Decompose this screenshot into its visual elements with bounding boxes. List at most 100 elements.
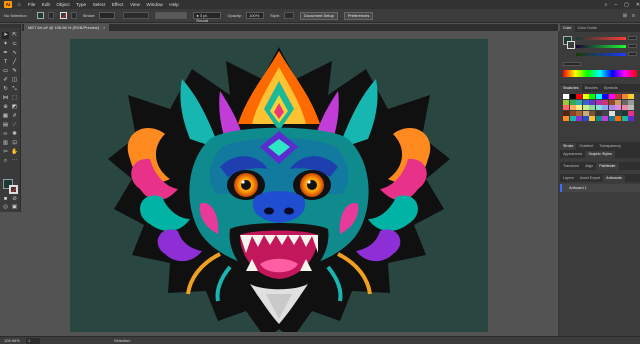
mesh-tool-icon[interactable]: #: [11, 113, 18, 120]
color-swatch[interactable]: [569, 110, 576, 116]
hex-field[interactable]: [563, 62, 581, 66]
tab-asset-export[interactable]: Asset Export: [577, 175, 603, 182]
color-swatch[interactable]: [563, 94, 569, 99]
tab-layers[interactable]: Layers: [560, 175, 577, 182]
color-swatch[interactable]: [576, 99, 582, 105]
dragon-mask-artwork[interactable]: [70, 39, 488, 332]
tab-pathfinder[interactable]: Pathfinder: [596, 163, 619, 170]
color-swatch[interactable]: [602, 105, 608, 110]
color-swatch[interactable]: [569, 105, 576, 110]
close-tab-icon[interactable]: ×: [103, 24, 105, 31]
symbol-sprayer-tool-icon[interactable]: ✺: [11, 131, 18, 138]
tab-symbols[interactable]: Symbols: [601, 85, 621, 92]
fill-dropdown[interactable]: [47, 12, 54, 19]
arrange-icon[interactable]: ⊞: [623, 13, 627, 19]
tab-transparency[interactable]: Transparency: [596, 143, 624, 150]
search-icon[interactable]: ⌕: [604, 2, 607, 8]
color-swatch[interactable]: [608, 99, 615, 105]
color-swatch[interactable]: [602, 99, 608, 105]
color-swatch[interactable]: [615, 116, 621, 121]
artboard-list-item[interactable]: Artboard 1: [560, 184, 640, 192]
color-swatch[interactable]: [576, 116, 582, 121]
tools-grip[interactable]: [0, 24, 20, 28]
color-swatch[interactable]: [563, 105, 569, 110]
rotate-tool-icon[interactable]: ↻: [2, 86, 9, 93]
stroke-dropdown[interactable]: [70, 12, 77, 19]
color-swatch[interactable]: [589, 105, 595, 110]
color-swatch[interactable]: [582, 116, 589, 121]
color-swatch[interactable]: [615, 94, 621, 99]
color-swatch[interactable]: [563, 99, 569, 105]
color-swatch[interactable]: [608, 110, 615, 116]
free-transform-tool-icon[interactable]: ⬚: [11, 95, 18, 102]
color-swatch[interactable]: [595, 110, 602, 116]
artboard[interactable]: [70, 39, 488, 332]
color-swatch[interactable]: [582, 105, 589, 110]
tab-appearance[interactable]: Appearance: [560, 151, 585, 158]
home-icon[interactable]: ⌂: [15, 1, 23, 8]
tab-gradient[interactable]: Gradient: [576, 143, 596, 150]
color-swatch[interactable]: [576, 94, 582, 99]
tab-stroke[interactable]: Stroke: [560, 143, 577, 150]
color-swatch[interactable]: [621, 99, 628, 105]
canvas-area[interactable]: [22, 31, 558, 336]
blue-value-field[interactable]: [628, 52, 637, 56]
stroke-weight-field[interactable]: [99, 12, 116, 19]
color-swatch[interactable]: [628, 110, 634, 116]
preferences-button[interactable]: Preferences: [343, 11, 374, 20]
draw-mode-icon[interactable]: ◎: [2, 204, 9, 211]
menu-help[interactable]: Help: [169, 2, 178, 7]
color-mode-icon[interactable]: ■: [2, 196, 9, 203]
panel-stroke-swatch[interactable]: [567, 41, 575, 49]
document-setup-button[interactable]: Document Setup: [300, 11, 338, 20]
color-spectrum[interactable]: [563, 70, 637, 77]
blue-slider[interactable]: [576, 53, 626, 56]
color-swatch[interactable]: [615, 99, 621, 105]
tab-brushes[interactable]: Brushes: [582, 85, 601, 92]
color-swatch[interactable]: [595, 116, 602, 121]
color-swatch[interactable]: [576, 105, 582, 110]
menu-select[interactable]: Select: [93, 2, 106, 7]
artboard-tool-icon[interactable]: ⊡: [11, 140, 18, 147]
color-swatch[interactable]: [563, 116, 569, 121]
color-swatch[interactable]: [582, 99, 589, 105]
color-swatch[interactable]: [602, 94, 608, 99]
menu-effect[interactable]: Effect: [112, 2, 124, 7]
curvature-tool-icon[interactable]: ∿: [11, 50, 18, 57]
tab-transform[interactable]: Transform: [560, 163, 582, 170]
shaper-tool-icon[interactable]: ✐: [2, 77, 9, 84]
color-swatch[interactable]: [621, 105, 628, 110]
shape-builder-tool-icon[interactable]: ⊕: [2, 104, 9, 111]
color-swatch[interactable]: [608, 105, 615, 110]
menu-view[interactable]: View: [130, 2, 140, 7]
green-slider[interactable]: [576, 45, 626, 48]
tab-artboards[interactable]: Artboards: [603, 175, 625, 182]
color-swatch[interactable]: [615, 110, 621, 116]
color-swatch[interactable]: [628, 99, 634, 105]
color-swatch[interactable]: [569, 99, 576, 105]
menu-file[interactable]: File: [28, 2, 35, 7]
brush-dropdown[interactable]: ● 3 pt. Round: [193, 12, 222, 23]
fill-swatch[interactable]: [36, 12, 44, 19]
red-slider[interactable]: [576, 37, 626, 40]
color-swatch[interactable]: [621, 116, 628, 121]
color-swatch[interactable]: [628, 105, 634, 110]
color-swatch[interactable]: [608, 116, 615, 121]
color-swatch[interactable]: [628, 94, 634, 99]
close-icon[interactable]: ✕: [636, 2, 640, 8]
eyedropper-tool-icon[interactable]: ⟋: [11, 122, 18, 129]
tab-color-guide[interactable]: Color Guide: [575, 25, 600, 32]
width-tool-icon[interactable]: ⋈: [2, 95, 9, 102]
tab-color[interactable]: Color: [560, 25, 575, 32]
rectangle-tool-icon[interactable]: ▭: [2, 68, 9, 75]
column-graph-tool-icon[interactable]: ▥: [2, 140, 9, 147]
color-swatch[interactable]: [576, 110, 582, 116]
selection-tool-icon[interactable]: ➤: [2, 32, 9, 39]
perspective-grid-tool-icon[interactable]: ▦: [2, 113, 9, 120]
menu-type[interactable]: Type: [76, 2, 86, 7]
screen-mode-icon[interactable]: ▣: [11, 204, 18, 211]
edit-toolbar-icon[interactable]: ⋯: [11, 158, 18, 165]
document-tab[interactable]: MET Art.ai* @ 106.96 % (RGB/Preview) ×: [24, 24, 110, 31]
maximize-icon[interactable]: ▢: [624, 2, 629, 8]
color-swatch[interactable]: [602, 110, 608, 116]
